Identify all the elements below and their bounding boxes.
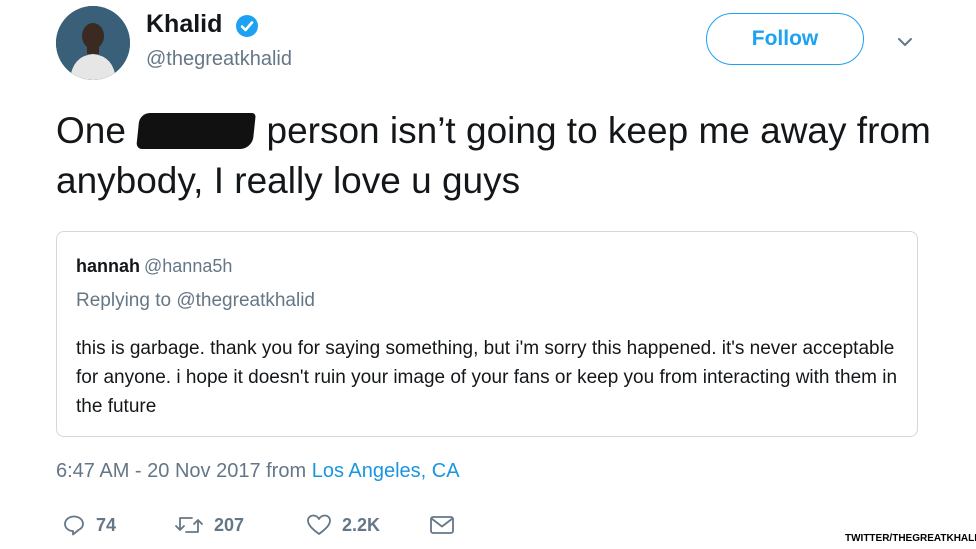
heart-icon xyxy=(307,514,331,535)
verified-badge-icon xyxy=(236,15,258,37)
reply-button[interactable]: 74 xyxy=(62,510,116,540)
chevron-down-icon[interactable] xyxy=(893,32,917,52)
replying-to-mention[interactable]: @thegreatkhalid xyxy=(176,290,315,311)
direct-message-button[interactable] xyxy=(429,510,455,540)
reply-icon xyxy=(64,515,84,536)
like-count: 2.2K xyxy=(342,514,381,535)
quoted-tweet-text: this is garbage. thank you for saying so… xyxy=(76,338,898,417)
quoted-author-name: hannah xyxy=(76,256,141,276)
author-handle[interactable]: @thegreatkhalid xyxy=(146,48,292,71)
profile-photo xyxy=(56,6,130,80)
retweet-button[interactable]: 207 xyxy=(174,510,244,540)
replying-to: Replying to @thegreatkhalid xyxy=(76,290,315,312)
replying-to-prefix: Replying to xyxy=(76,290,172,311)
tweet-timestamp: 6:47 AM - 20 Nov 2017 from Los Angeles, … xyxy=(56,460,460,483)
avatar[interactable] xyxy=(56,6,130,80)
author-name[interactable]: Khalid xyxy=(146,10,222,39)
retweet-count: 207 xyxy=(214,514,245,535)
redacted-word xyxy=(136,113,257,149)
reply-count: 74 xyxy=(96,514,117,535)
image-credit: TWITTER/THEGREATKHALID xyxy=(842,532,976,546)
tweet-location[interactable]: Los Angeles, CA xyxy=(312,460,460,482)
like-button[interactable]: 2.2K xyxy=(306,510,380,540)
quoted-author: hannah @hanna5h xyxy=(76,256,232,277)
tweet-text-start: One xyxy=(56,110,126,151)
tweet-time[interactable]: 6:47 AM - 20 Nov 2017 from xyxy=(56,460,306,482)
tweet-text: One person isn’t going to keep me away f… xyxy=(56,106,936,206)
envelope-icon xyxy=(430,516,454,534)
retweet-icon xyxy=(175,517,203,533)
quoted-tweet[interactable]: hannah @hanna5h Replying to @thegreatkhal… xyxy=(56,231,918,437)
quoted-author-handle: @hanna5h xyxy=(144,256,233,276)
follow-button[interactable]: Follow xyxy=(706,13,864,65)
